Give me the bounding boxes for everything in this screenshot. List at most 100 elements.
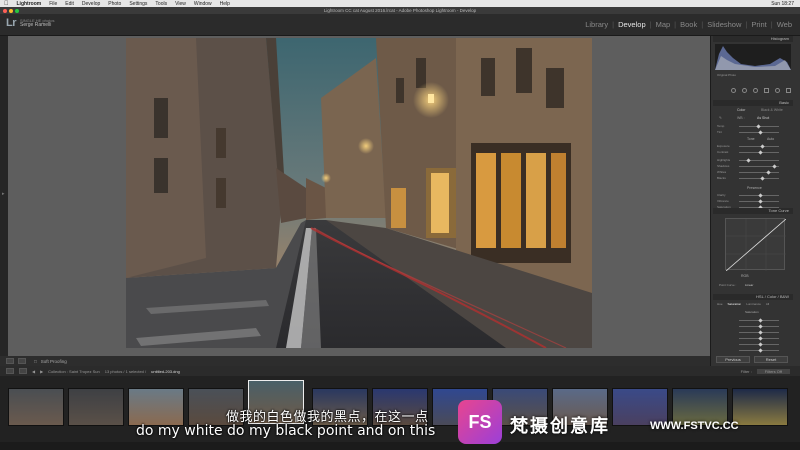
apple-icon[interactable]:  (4, 1, 9, 7)
hsl-tabs: Hue Saturation Luminance All (717, 302, 769, 306)
clarity-knob[interactable] (758, 192, 763, 198)
highlights-knob[interactable] (746, 157, 751, 163)
menu-photo[interactable]: Photo (108, 1, 121, 7)
menu-develop[interactable]: Develop (82, 1, 100, 7)
module-web[interactable]: Web (777, 20, 792, 29)
whites-knob[interactable] (766, 169, 771, 175)
treatment-bw[interactable]: Black & White (761, 108, 783, 112)
back-arrow-icon[interactable]: ◀ (32, 369, 35, 374)
before-after-button[interactable] (18, 358, 26, 364)
hsl-knob-1[interactable] (758, 317, 763, 323)
blacks-slider[interactable]: Blacks (717, 175, 789, 181)
filmstrip-thumb[interactable] (732, 388, 788, 426)
exposure-knob[interactable] (760, 143, 765, 149)
wb-select[interactable]: As Shot (757, 116, 769, 120)
hsl-slider-6[interactable] (717, 347, 789, 353)
hsl-tab-saturation[interactable]: Saturation (728, 302, 742, 306)
shadows-knob[interactable] (772, 163, 777, 169)
module-print[interactable]: Print (751, 20, 766, 29)
contrast-slider[interactable]: Contrast (717, 149, 789, 155)
expand-left-icon[interactable]: ▸ (2, 191, 5, 197)
point-curve-select[interactable]: Linear (745, 283, 753, 287)
menu-settings[interactable]: Settings (129, 1, 147, 7)
reset-button[interactable]: Reset (754, 356, 788, 363)
menu-file[interactable]: File (49, 1, 57, 7)
hsl-knob-5[interactable] (758, 341, 763, 347)
module-book[interactable]: Book (680, 20, 697, 29)
hsl-tab-hue[interactable]: Hue (717, 302, 723, 306)
minimize-icon[interactable] (9, 8, 13, 13)
tone-auto-button[interactable]: Auto (767, 137, 774, 141)
red-eye-icon[interactable] (753, 88, 758, 93)
histogram-header[interactable]: Histogram (713, 36, 793, 42)
menu-edit[interactable]: Edit (65, 1, 74, 7)
grid-view-icon[interactable] (6, 368, 14, 374)
channel-select[interactable]: RGB (741, 274, 749, 278)
tone-curve-header[interactable]: Tone Curve (713, 208, 793, 214)
basic-header[interactable]: Basic (713, 100, 793, 106)
radial-filter-icon[interactable] (775, 88, 780, 93)
hsl-slider-3[interactable] (717, 329, 789, 335)
menu-clock[interactable]: Sun 18:27 (771, 1, 794, 7)
hsl-tab-all[interactable]: All (766, 302, 769, 306)
histogram-chart[interactable] (715, 44, 791, 70)
blacks-knob[interactable] (760, 175, 765, 181)
menu-view[interactable]: View (175, 1, 186, 7)
hsl-knob-6[interactable] (758, 347, 763, 353)
menu-window[interactable]: Window (194, 1, 212, 7)
module-slideshow[interactable]: Slideshow (707, 20, 741, 29)
menu-app-name[interactable]: Lightroom (17, 1, 42, 7)
treatment-color[interactable]: Color (737, 108, 745, 112)
watermark-text: 梵摄创意库 (510, 416, 610, 436)
eyedropper-icon[interactable]: ✎ (719, 116, 722, 120)
filmstrip-source[interactable]: Collection : Saint Tropez Sun (48, 369, 100, 374)
hsl-tab-luminance[interactable]: Luminance (746, 302, 761, 306)
temp-slider[interactable]: Temp (717, 123, 789, 129)
filmstrip-thumb[interactable] (128, 388, 184, 426)
zoom-icon[interactable] (15, 8, 19, 13)
vibrance-knob[interactable] (758, 198, 763, 204)
exposure-slider[interactable]: Exposure (717, 143, 789, 149)
tone-curve-graph[interactable] (725, 218, 787, 272)
hsl-knob-4[interactable] (758, 335, 763, 341)
loupe-icon[interactable] (19, 368, 27, 374)
histogram-graph (715, 46, 791, 70)
menu-help[interactable]: Help (220, 1, 230, 7)
soft-proofing-checkbox[interactable]: □ (34, 359, 37, 364)
forward-arrow-icon[interactable]: ▶ (40, 369, 43, 374)
menu-tools[interactable]: Tools (155, 1, 167, 7)
module-map[interactable]: Map (656, 20, 671, 29)
hsl-header[interactable]: HSL / Color / B&W (713, 294, 793, 300)
shadows-slider[interactable]: Shadows (717, 163, 789, 169)
hsl-slider-5[interactable] (717, 341, 789, 347)
main-photo[interactable] (126, 38, 592, 348)
tint-knob[interactable] (758, 129, 763, 135)
highlights-slider[interactable]: Highlights (717, 157, 789, 163)
previous-button[interactable]: Previous (716, 356, 750, 363)
temp-knob[interactable] (756, 123, 761, 129)
contrast-knob[interactable] (758, 149, 763, 155)
hsl-slider-4[interactable] (717, 335, 789, 341)
whites-slider[interactable]: Whites (717, 169, 789, 175)
graduated-filter-icon[interactable] (764, 88, 769, 93)
filter-select[interactable]: Filters Off (756, 368, 790, 374)
original-photo-label[interactable]: Original Photo (717, 73, 736, 77)
module-develop[interactable]: Develop (618, 20, 646, 29)
hsl-knob-2[interactable] (758, 323, 763, 329)
clarity-slider[interactable]: Clarity (717, 192, 789, 198)
hsl-slider-1[interactable] (717, 317, 789, 323)
hsl-slider-2[interactable] (717, 323, 789, 329)
brush-icon[interactable] (786, 88, 791, 93)
filmstrip-thumb[interactable] (68, 388, 124, 426)
filmstrip-thumb[interactable] (8, 388, 64, 426)
tint-slider[interactable]: Tint (717, 129, 789, 135)
vibrance-slider[interactable]: Vibrance (717, 198, 789, 204)
close-icon[interactable] (3, 8, 7, 13)
loupe-view-button[interactable] (6, 358, 14, 364)
spot-removal-icon[interactable] (742, 88, 747, 93)
module-library[interactable]: Library (585, 20, 608, 29)
left-panel-collapsed[interactable]: ▸ (0, 36, 8, 356)
crop-icon[interactable] (731, 88, 736, 93)
hsl-knob-3[interactable] (758, 329, 763, 335)
filmstrip-filename[interactable]: untitled-203.dng (151, 369, 180, 374)
